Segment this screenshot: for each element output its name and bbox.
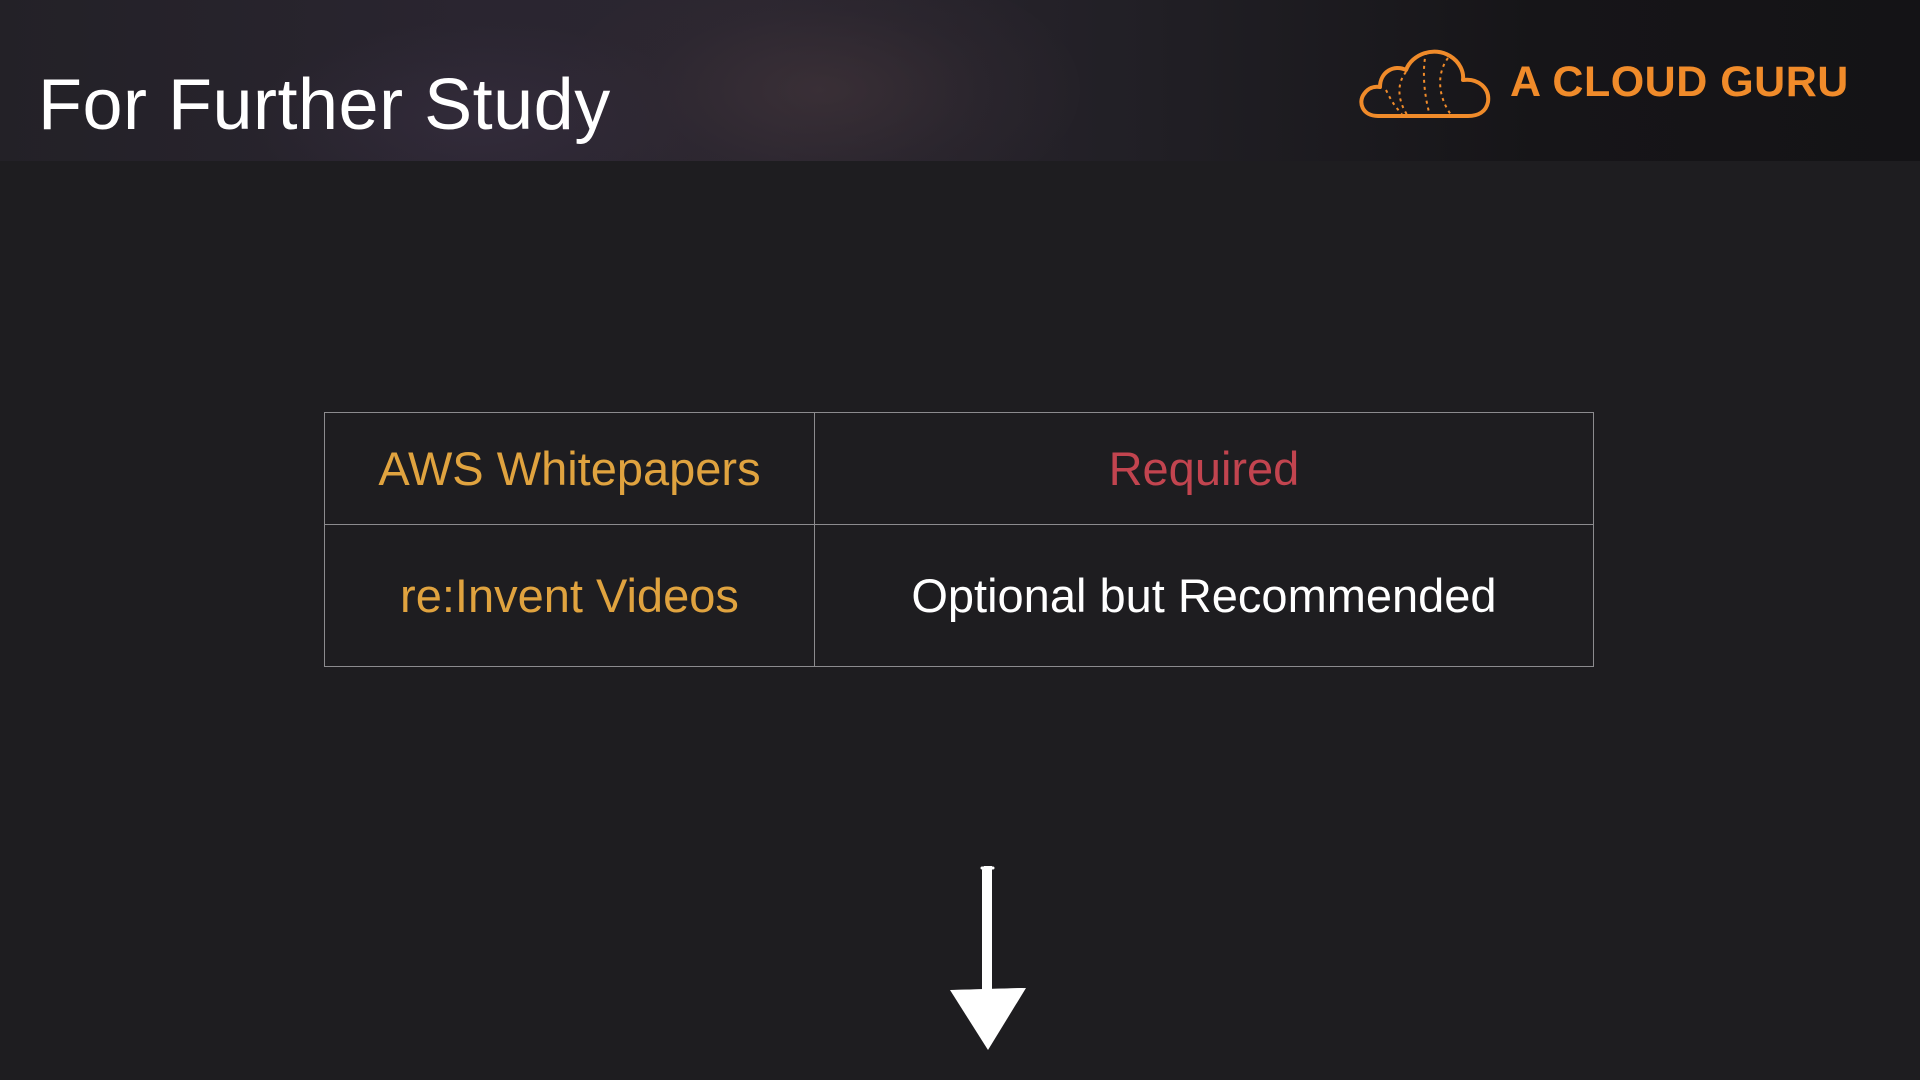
page-title: For Further Study bbox=[38, 65, 611, 145]
brand-logo: A CLOUD GURU bbox=[1356, 40, 1849, 124]
presenter-video-highlight bbox=[560, 0, 1080, 161]
down-arrow-icon bbox=[950, 866, 1026, 1050]
cloud-logo-icon bbox=[1359, 49, 1491, 118]
slide: For Further Study A CLOUD GURU AWS White… bbox=[0, 0, 1920, 1080]
table-row: AWS Whitepapers Required bbox=[324, 412, 1595, 525]
status-cell: Required bbox=[813, 412, 1595, 525]
resource-cell: re:Invent Videos bbox=[324, 524, 815, 667]
resource-cell: AWS Whitepapers bbox=[324, 412, 815, 525]
status-cell: Optional but Recommended bbox=[813, 524, 1595, 667]
brand-name: A CLOUD GURU bbox=[1510, 57, 1849, 106]
table-row: re:Invent Videos Optional but Recommende… bbox=[324, 524, 1595, 667]
study-resources-table: AWS Whitepapers Required re:Invent Video… bbox=[324, 412, 1595, 667]
